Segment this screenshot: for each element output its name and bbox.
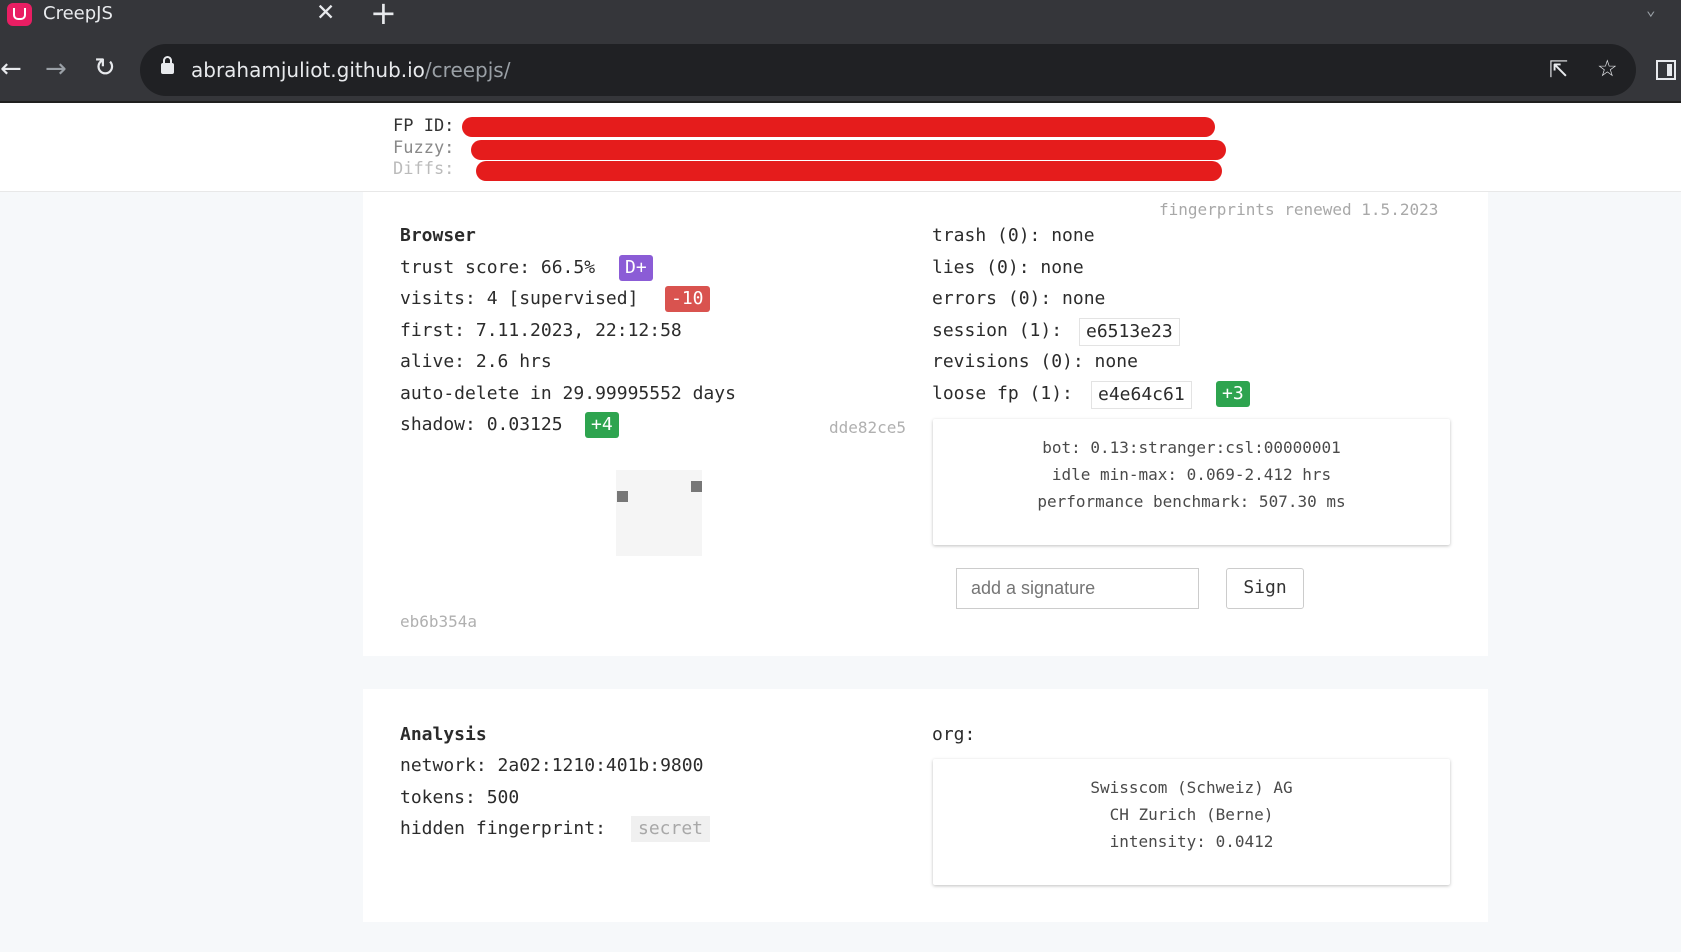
side-panel-icon[interactable] [1656,60,1676,80]
fuzzy-redaction [471,140,1226,160]
trash: trash (0): none [932,225,1095,246]
hash-bottom: eb6b354a [400,612,478,631]
bot-panel: bot: 0.13:stranger:csl:00000001 idle min… [933,419,1450,545]
sign-button[interactable]: Sign [1226,568,1304,609]
share-icon[interactable]: ⇱ [1549,58,1568,82]
fp-id-label: FP ID: [393,116,455,136]
fp-id-redaction [462,117,1215,137]
shadow-pixel-image [616,470,702,556]
forward-arrow-icon[interactable]: → [45,56,67,82]
hash-right: dde82ce5 [829,418,907,437]
session-value: e6513e23 [1079,318,1180,346]
tab-title: CreepJS [43,3,113,24]
url-path: /creepjs/ [424,58,511,82]
lock-icon[interactable] [161,56,174,74]
first-visit: first: 7.11.2023, 22:12:58 [400,320,682,341]
visits-badge: -10 [665,286,710,312]
loose-fp-value: e4e64c61 [1091,381,1192,409]
trust-score: trust score: 66.5% [400,257,596,278]
idle-range: idle min-max: 0.069-2.412 hrs [1051,465,1332,484]
tokens: tokens: 500 [400,787,520,808]
fuzzy-label: Fuzzy: [393,138,455,158]
tab-close-icon[interactable]: ✕ [316,1,335,25]
visits: visits: 4 [supervised] [400,288,639,309]
org-panel: Swisscom (Schweiz) AG CH Zurich (Berne) … [933,759,1450,885]
org-location: CH Zurich (Berne) [1109,805,1274,824]
diffs-label: Diffs: [393,159,455,179]
loose-fp-label: loose fp (1): [932,383,1073,404]
tab-search-chevron-icon[interactable]: ⌄ [1646,0,1656,19]
analysis-title: Analysis [400,724,487,745]
errors: errors (0): none [932,288,1106,309]
session-label: session (1): [932,320,1063,341]
browser-title: Browser [400,225,476,246]
pixel-mark [617,491,628,502]
org-intensity: intensity: 0.0412 [1109,832,1274,851]
diffs-redaction [476,161,1222,181]
network: network: 2a02:1210:401b:9800 [400,755,704,776]
trust-grade-badge: D+ [619,255,653,281]
alive: alive: 2.6 hrs [400,351,552,372]
revisions: revisions (0): none [932,351,1138,372]
shadow: shadow: 0.03125 [400,414,563,435]
loose-fp-badge: +3 [1216,381,1250,407]
pixel-mark [691,481,702,492]
creepjs-favicon-icon [7,3,32,26]
shadow-badge: +4 [585,412,619,438]
renewed-text: fingerprints renewed 1.5.2023 [1159,200,1439,219]
bookmark-star-icon[interactable]: ☆ [1597,57,1618,81]
new-tab-icon[interactable]: + [370,0,397,29]
reload-icon[interactable]: ↻ [94,55,116,81]
auto-delete: auto-delete in 29.99995552 days [400,383,736,404]
url-text[interactable]: abrahamjuliot.github.io/creepjs/ [191,58,510,82]
lies: lies (0): none [932,257,1084,278]
bot-score: bot: 0.13:stranger:csl:00000001 [1042,438,1341,457]
hidden-fingerprint-label: hidden fingerprint: [400,818,606,839]
org-name: Swisscom (Schweiz) AG [1090,778,1293,797]
org-label: org: [932,724,976,745]
signature-input[interactable] [956,568,1199,609]
hidden-fingerprint-value: secret [631,816,711,842]
performance-benchmark: performance benchmark: 507.30 ms [1037,492,1346,511]
url-host: abrahamjuliot.github.io [191,58,425,82]
back-arrow-icon[interactable]: ← [0,56,22,82]
